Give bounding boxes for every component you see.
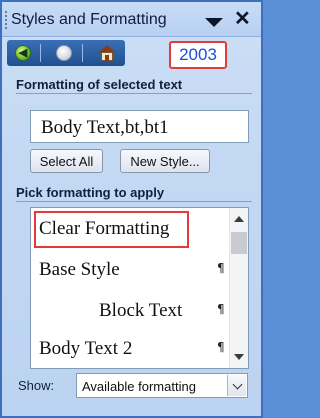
title-bar: Styles and Formatting ✕ [2, 2, 261, 37]
show-select[interactable]: Available formatting [76, 373, 248, 398]
version-badge: 2003 [169, 41, 227, 69]
scroll-down-icon[interactable] [234, 354, 244, 360]
show-select-value: Available formatting [82, 379, 196, 394]
home-icon [98, 45, 116, 61]
section-divider [16, 93, 252, 94]
pane-title: Styles and Formatting [11, 11, 167, 28]
scroll-thumb[interactable] [231, 232, 247, 254]
list-item-block-text[interactable]: Block Text ¶ [31, 294, 231, 328]
forward-arrow-icon [56, 45, 72, 61]
selected-formatting-heading: Formatting of selected text [16, 77, 183, 92]
highlight-box [34, 211, 189, 248]
new-style-button[interactable]: New Style... [120, 149, 210, 173]
toolbar-separator [82, 44, 83, 62]
navigation-toolbar: ◀ [7, 40, 125, 66]
back-button[interactable]: ◀ [11, 42, 35, 64]
section-divider [16, 201, 252, 202]
grip-handle[interactable] [5, 11, 9, 29]
list-scrollbar[interactable] [229, 208, 248, 368]
show-label: Show: [18, 378, 55, 393]
forward-button[interactable] [52, 42, 76, 64]
back-arrow-icon: ◀ [15, 45, 31, 61]
paragraph-mark-icon: ¶ [217, 302, 225, 316]
list-item-body-text-2[interactable]: Body Text 2 ¶ [31, 332, 231, 366]
select-all-button[interactable]: Select All [30, 149, 103, 173]
close-icon[interactable]: ✕ [234, 9, 251, 29]
dropdown-triangle-icon[interactable] [205, 18, 223, 27]
paragraph-mark-icon: ¶ [217, 261, 225, 275]
pick-formatting-heading: Pick formatting to apply [16, 185, 165, 200]
formatting-list: Clear Formatting Base Style ¶ Block Text… [30, 207, 249, 369]
toolbar-separator [40, 44, 41, 62]
styles-and-formatting-pane: Styles and Formatting ✕ ◀ 2003 Formattin… [0, 0, 263, 418]
current-style-field[interactable]: Body Text,bt,bt1 [30, 110, 249, 143]
scroll-up-icon[interactable] [234, 216, 244, 222]
chevron-down-icon[interactable] [227, 375, 246, 396]
home-button[interactable] [95, 42, 119, 64]
paragraph-mark-icon: ¶ [217, 340, 225, 354]
list-item-base-style[interactable]: Base Style ¶ [31, 253, 231, 287]
